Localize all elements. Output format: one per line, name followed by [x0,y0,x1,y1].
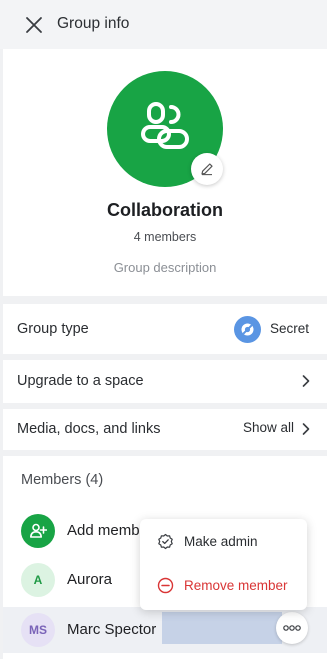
member-name: Marc Spector [67,621,157,638]
member-name: Aurora [67,571,113,588]
badge-check-icon [158,533,173,550]
group-description[interactable]: Group description [3,260,327,275]
make-admin-menu-item[interactable]: Make admin [140,520,307,564]
minus-circle-icon [157,577,174,594]
member-context-menu: Make admin Remove member [140,519,307,610]
close-icon[interactable] [23,14,45,36]
avatar: A [21,563,55,597]
show-all-link[interactable]: Show all [243,420,294,435]
chevron-right-icon [302,423,310,435]
pencil-icon [201,163,213,176]
header: Group info [0,0,327,49]
upgrade-to-space-row[interactable]: Upgrade to a space [3,360,327,403]
selection-highlight [162,612,282,644]
media-label: Media, docs, and links [17,421,161,437]
member-count: 4 members [133,230,197,244]
group-type-value: Secret [270,321,310,336]
add-person-icon [21,514,55,548]
page-title: Group info [57,15,130,32]
more-options-button[interactable] [276,612,308,644]
members-title: Members (4) [21,472,104,488]
group-name: Collaboration [107,200,223,220]
edit-avatar-button[interactable] [191,153,223,185]
secret-icon [234,316,261,343]
group-type-row: Group type Secret [3,304,327,354]
group-icon [141,102,189,149]
group-type-label: Group type [17,321,89,337]
remove-member-menu-item[interactable]: Remove member [140,564,307,608]
upgrade-label: Upgrade to a space [17,373,144,389]
more-horizontal-icon [283,625,301,631]
member-row[interactable]: MS Marc Spector [3,607,327,653]
remove-member-label: Remove member [184,578,288,593]
avatar: MS [21,613,55,647]
group-profile: Collaboration 4 members Group descriptio… [3,49,327,296]
chevron-right-icon [302,375,310,387]
make-admin-label: Make admin [184,534,258,549]
media-docs-links-row[interactable]: Media, docs, and links Show all [3,409,327,450]
